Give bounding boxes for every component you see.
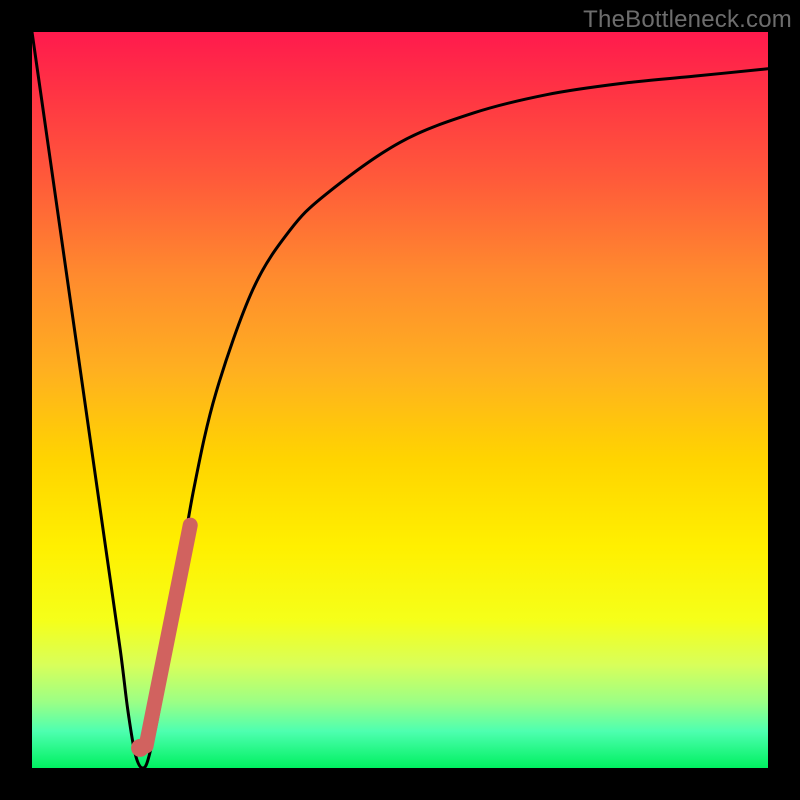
curve-layer: [32, 32, 768, 768]
highlight-endpoint: [131, 739, 149, 757]
attribution-text: TheBottleneck.com: [583, 6, 792, 34]
highlight-segment: [146, 525, 190, 746]
plot-area: [32, 32, 768, 768]
bottleneck-curve: [32, 32, 768, 768]
chart-frame: TheBottleneck.com: [0, 0, 800, 800]
